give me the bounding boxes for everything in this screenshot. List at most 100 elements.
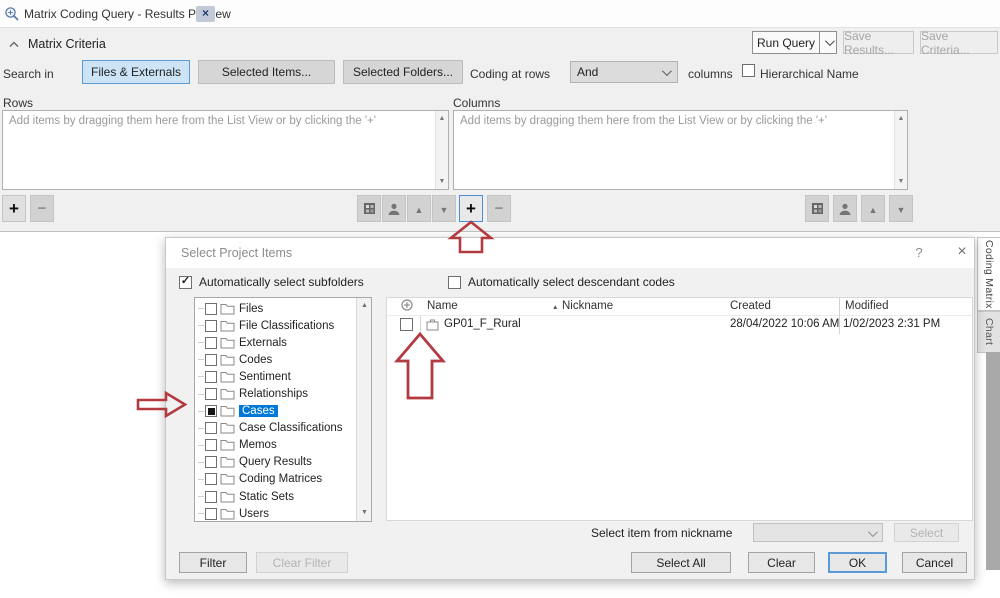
checkbox[interactable]: [205, 508, 217, 520]
tree-scrollbar[interactable]: [356, 298, 371, 521]
columns-thumbnail-button[interactable]: [805, 195, 829, 222]
run-query-dropdown-button[interactable]: [820, 31, 837, 54]
checkbox-partial[interactable]: [205, 405, 217, 417]
folder-icon: [220, 337, 235, 349]
tree-item-sentiment[interactable]: Sentiment: [195, 368, 371, 385]
rows-scrollbar[interactable]: [435, 111, 448, 189]
tree-item-users[interactable]: Users: [195, 505, 371, 522]
right-scrollbar[interactable]: [986, 352, 1000, 570]
collapse-chevron-icon[interactable]: [9, 41, 19, 48]
tab-chart[interactable]: Chart: [977, 311, 1000, 353]
coding-at-rows-label: Coding at rows: [470, 67, 550, 81]
tree-item-query-results[interactable]: Query Results: [195, 454, 371, 471]
columns-user-button[interactable]: [833, 195, 857, 222]
columns-placeholder: Add items by dragging them here from the…: [460, 115, 887, 127]
scroll-up-icon[interactable]: [436, 112, 448, 125]
nickname-dropdown[interactable]: [753, 523, 883, 542]
rows-dropzone[interactable]: Add items by dragging them here from the…: [2, 110, 449, 190]
selected-items-button[interactable]: Selected Items...: [198, 60, 335, 84]
close-tab-icon[interactable]: ×: [196, 6, 215, 22]
tree-guide: [198, 394, 204, 395]
scroll-down-icon[interactable]: [895, 175, 907, 188]
auto-subfolders-checkbox[interactable]: [179, 276, 192, 289]
filter-button[interactable]: Filter: [179, 552, 247, 573]
columns-move-up-button[interactable]: [861, 195, 885, 222]
tree-item-coding-matrices[interactable]: Coding Matrices: [195, 471, 371, 488]
columns-add-button[interactable]: +: [459, 195, 483, 222]
table-header[interactable]: Name Nickname Created Modified: [387, 298, 972, 316]
scroll-down-icon[interactable]: [358, 506, 371, 520]
tree-item-relationships[interactable]: Relationships: [195, 385, 371, 402]
matrix-criteria-panel: Matrix Criteria Run Query Save Results..…: [0, 28, 1000, 232]
close-icon[interactable]: ×: [953, 243, 971, 261]
tree-item-externals[interactable]: Externals: [195, 334, 371, 351]
tree-item-case-classifications[interactable]: Case Classifications: [195, 420, 371, 437]
rows-move-up-button[interactable]: [407, 195, 431, 222]
columns-word-label: columns: [688, 67, 733, 81]
scroll-up-icon[interactable]: [358, 299, 371, 313]
folder-icon: [220, 303, 235, 315]
run-query-button[interactable]: Run Query: [752, 31, 820, 54]
folder-icon: [220, 491, 235, 503]
cancel-button[interactable]: Cancel: [902, 552, 967, 573]
save-results-button[interactable]: Save Results...: [843, 31, 914, 54]
tree-item-cases[interactable]: Cases: [195, 403, 371, 420]
table-row[interactable]: GP01_F_Rural 28/04/2022 10:06 AM 1/02/20…: [387, 316, 972, 333]
chevron-down-icon: [868, 527, 878, 537]
tree-guide: [198, 325, 204, 326]
scroll-down-icon[interactable]: [436, 175, 448, 188]
select-all-button[interactable]: Select All: [631, 552, 731, 573]
tab-coding-matrix[interactable]: Coding Matrix: [977, 237, 1000, 311]
rows-user-button[interactable]: [382, 195, 406, 222]
save-criteria-button[interactable]: Save Criteria...: [920, 31, 998, 54]
checkbox[interactable]: [205, 320, 217, 332]
tree-item-static-sets[interactable]: Static Sets: [195, 488, 371, 505]
checkbox[interactable]: [205, 439, 217, 451]
clear-filter-button[interactable]: Clear Filter: [256, 552, 348, 573]
checkbox[interactable]: [205, 354, 217, 366]
column-header-created[interactable]: Created: [730, 300, 771, 312]
columns-move-down-button[interactable]: [889, 195, 913, 222]
clear-button[interactable]: Clear: [748, 552, 815, 573]
checkbox[interactable]: [205, 456, 217, 468]
column-header-modified[interactable]: Modified: [845, 300, 888, 312]
tree-item-files[interactable]: Files: [195, 300, 371, 317]
thumbnail-icon: [811, 202, 824, 215]
selected-folders-button[interactable]: Selected Folders...: [343, 60, 463, 84]
scroll-up-icon[interactable]: [895, 112, 907, 125]
checkbox[interactable]: [205, 337, 217, 349]
checkbox[interactable]: [205, 303, 217, 315]
rows-move-down-button[interactable]: [432, 195, 456, 222]
checkbox[interactable]: [205, 473, 217, 485]
auto-descendants-checkbox[interactable]: [448, 276, 461, 289]
rows-thumbnail-button[interactable]: [357, 195, 381, 222]
dialog-titlebar[interactable]: Select Project Items ? ×: [166, 238, 974, 268]
columns-remove-button[interactable]: −: [487, 195, 511, 222]
rows-add-button[interactable]: +: [2, 195, 26, 222]
hierarchical-name-checkbox[interactable]: [742, 64, 755, 77]
row-checkbox checked[interactable]: [400, 318, 413, 331]
help-icon[interactable]: ?: [911, 245, 927, 260]
tree-item-memos[interactable]: Memos: [195, 437, 371, 454]
checkbox[interactable]: [205, 422, 217, 434]
columns-scrollbar[interactable]: [894, 111, 907, 189]
chevron-down-icon: [662, 66, 672, 76]
tree-guide: [198, 462, 204, 463]
ok-button[interactable]: OK: [828, 552, 887, 573]
tree-item-codes[interactable]: Codes: [195, 351, 371, 368]
rows-remove-button[interactable]: −: [30, 195, 54, 222]
select-button[interactable]: Select: [894, 523, 959, 542]
checkbox[interactable]: [205, 371, 217, 383]
tree-guide: [198, 496, 204, 497]
checkbox[interactable]: [205, 491, 217, 503]
column-header-name[interactable]: Name: [427, 300, 458, 312]
row-created: 28/04/2022 10:06 AM: [730, 318, 839, 330]
tree-item-file-classifications[interactable]: File Classifications: [195, 317, 371, 334]
folder-icon: [220, 371, 235, 383]
column-header-nickname[interactable]: Nickname: [562, 300, 613, 312]
files-externals-button[interactable]: Files & Externals: [82, 60, 190, 84]
columns-dropzone[interactable]: Add items by dragging them here from the…: [453, 110, 908, 190]
checkbox[interactable]: [205, 388, 217, 400]
folder-icon: [220, 354, 235, 366]
operator-dropdown[interactable]: And: [570, 61, 678, 83]
